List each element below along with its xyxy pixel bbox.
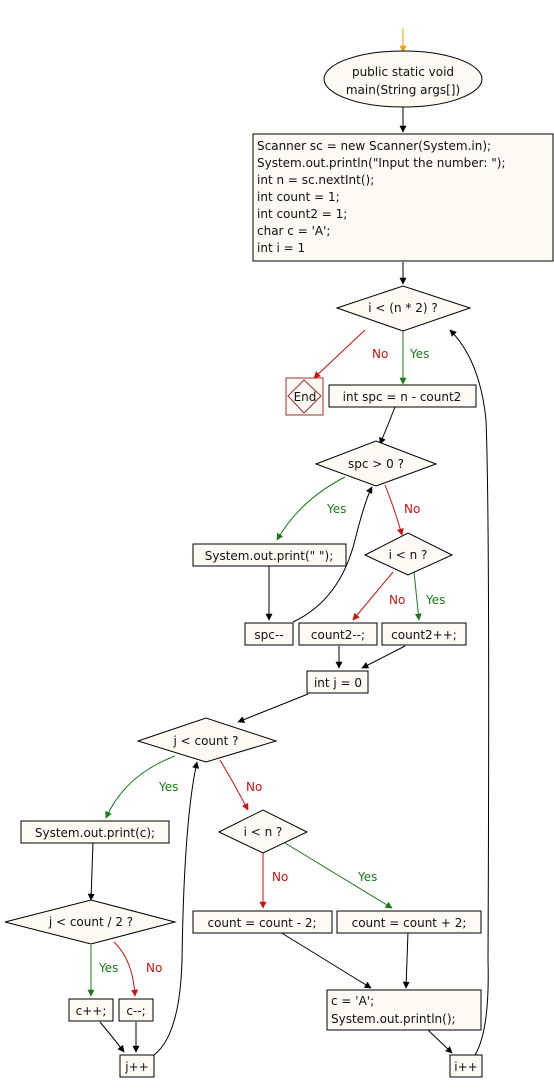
count-inc-node: count = count + 2; [336, 910, 482, 934]
end-node: End [285, 377, 324, 416]
edge-j-condj [237, 693, 309, 723]
c-dec-node: c--; [118, 998, 154, 1022]
spc-dec-text: spc-- [254, 628, 283, 642]
cond-i-n-2-node: i < n ? [217, 809, 309, 854]
cond-outer-node: i < (n * 2) ? [335, 285, 472, 332]
print-space-text: System.out.print(" "); [205, 549, 333, 563]
c-dec-text: c--; [126, 1004, 145, 1018]
edge-iinc-loop [449, 329, 490, 1056]
init-line: char c = 'A'; [257, 224, 330, 238]
j-init-node: int j = 0 [306, 670, 369, 694]
cond-j-half-text: j < count / 2 ? [48, 915, 133, 929]
edge-spc-cond [379, 406, 396, 445]
start-line-1: public static void [352, 65, 454, 79]
label-no: No [389, 593, 405, 607]
init-line: int count = 1; [257, 190, 340, 204]
cond-outer-text: i < (n * 2) ? [368, 301, 437, 315]
init-line: Scanner sc = new Scanner(System.in); [257, 139, 491, 153]
label-no: No [146, 961, 162, 975]
init-line: System.out.println("Input the number: ")… [257, 156, 505, 170]
spc-init-node: int spc = n - count2 [328, 384, 477, 408]
edge-outer-no [313, 329, 366, 379]
i-inc-node: i++ [449, 1054, 483, 1078]
count2-dec-text: count2--; [311, 628, 365, 642]
reset-line-2: System.out.println(); [331, 1012, 456, 1026]
count-inc-text: count = count + 2; [352, 916, 467, 930]
i-inc-text: i++ [454, 1060, 477, 1074]
label-no: No [404, 502, 420, 516]
edge-countdec-reset [279, 931, 372, 989]
count-dec-node: count = count - 2; [192, 910, 333, 934]
edge-i-n-1-yes [413, 571, 422, 621]
cond-j-text: j < count ? [172, 734, 238, 748]
print-space-node: System.out.print(" "); [192, 543, 347, 567]
edge-reset-iinc [427, 1029, 453, 1054]
cond-spc-node: spc > 0 ? [314, 440, 438, 487]
edge-i-n-1-no [352, 571, 394, 621]
edge-printc-half [87, 841, 95, 901]
reset-line-1: c = 'A'; [331, 994, 374, 1008]
label-no: No [372, 347, 388, 361]
label-no: No [272, 870, 288, 884]
spc-init-text: int spc = n - count2 [343, 390, 462, 404]
flowchart: public static void main(String args[]) S… [4, 28, 554, 1078]
edge-count2inc-j [361, 645, 406, 669]
label-yes: Yes [158, 780, 178, 794]
init-node: Scanner sc = new Scanner(System.in); Sys… [252, 133, 554, 262]
count-dec-text: count = count - 2; [207, 916, 316, 930]
label-no: No [246, 780, 262, 794]
init-line: int count2 = 1; [257, 207, 347, 221]
c-inc-node: c++; [68, 998, 114, 1022]
print-c-node: System.out.print(c); [20, 820, 170, 844]
label-yes: Yes [409, 347, 429, 361]
label-yes: Yes [425, 593, 445, 607]
edge-spc-no [384, 484, 404, 536]
init-line: int i = 1 [257, 241, 305, 255]
label-yes: Yes [326, 502, 346, 516]
j-init-text: int j = 0 [314, 676, 362, 690]
start-line-2: main(String args[]) [346, 83, 460, 97]
cond-j-half-node: j < count / 2 ? [4, 899, 177, 945]
cond-spc-text: spc > 0 ? [348, 457, 404, 471]
count2-inc-text: count2++; [391, 628, 457, 642]
cond-j-node: j < count ? [136, 717, 278, 763]
count2-inc-node: count2++; [381, 622, 467, 646]
start-node: public static void main(String args[]) [323, 50, 483, 108]
c-inc-text: c++; [76, 1004, 107, 1018]
label-yes: Yes [357, 870, 377, 884]
init-line: int n = sc.nextInt(); [257, 173, 374, 187]
edge-cinc-jinc [99, 1021, 125, 1053]
count2-dec-node: count2--; [298, 622, 378, 646]
reset-node: c = 'A'; System.out.println(); [326, 989, 482, 1031]
cond-i-n-1-node: i < n ? [363, 532, 454, 576]
edge-countinc-reset [402, 931, 410, 989]
cond-i-n-2-text: i < n ? [244, 825, 283, 839]
edge-condj-no [219, 759, 249, 811]
edge-jinc-loop [153, 761, 200, 1056]
j-inc-node: j++ [119, 1054, 155, 1078]
label-yes: Yes [98, 961, 118, 975]
end-text: End [294, 390, 317, 404]
spc-dec-node: spc-- [244, 622, 294, 646]
j-inc-text: j++ [124, 1060, 148, 1074]
cond-i-n-1-text: i < n ? [389, 548, 428, 562]
print-c-text: System.out.print(c); [35, 826, 155, 840]
